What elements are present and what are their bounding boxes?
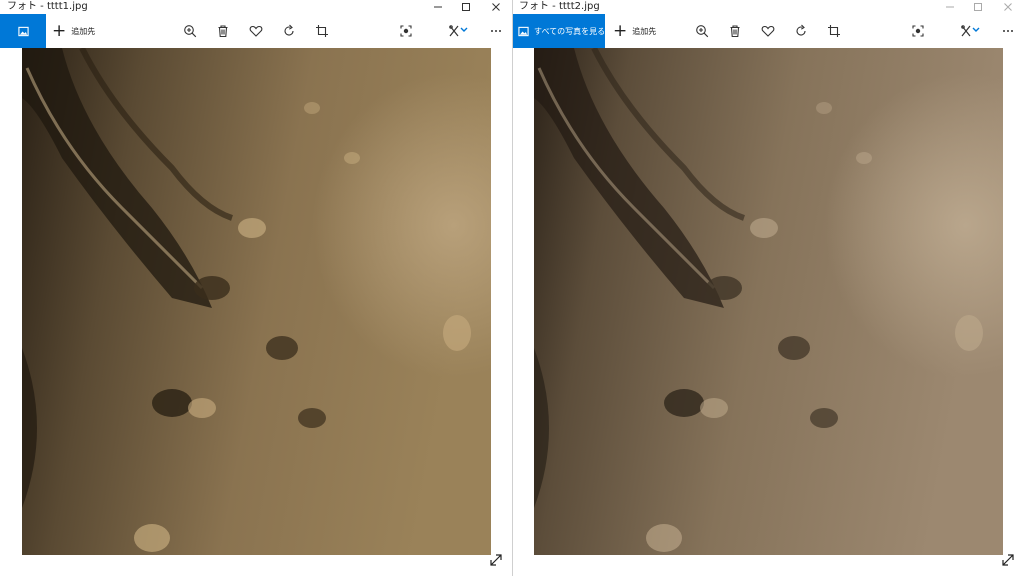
maximize-button[interactable] xyxy=(452,0,480,14)
close-icon xyxy=(1004,3,1012,11)
expand-icon xyxy=(1002,554,1014,566)
add-to-button[interactable]: + 追加先 xyxy=(613,14,656,48)
photo-view[interactable] xyxy=(534,48,1003,555)
window-title: フォト - tttt2.jpg xyxy=(519,1,600,12)
rotate-button[interactable] xyxy=(278,14,300,48)
enhance-icon xyxy=(912,25,924,37)
crop-button[interactable] xyxy=(823,14,845,48)
edit-create-icon xyxy=(449,25,468,37)
fullscreen-button[interactable] xyxy=(489,552,505,568)
title-bar: フォト - tttt1.jpg xyxy=(0,0,512,14)
plus-icon: + xyxy=(613,20,628,41)
more-icon xyxy=(491,30,501,32)
photos-window-right: フォト - tttt2.jpg すべての写真を見る + 追加先 xyxy=(512,0,1024,576)
photo-view[interactable] xyxy=(22,48,491,555)
favorite-button[interactable] xyxy=(757,14,779,48)
zoom-button[interactable] xyxy=(179,14,201,48)
toolbar: + 追加先 xyxy=(0,14,512,48)
maximize-icon xyxy=(462,3,470,11)
moon-photo-image xyxy=(534,48,1003,555)
trash-icon xyxy=(218,25,228,38)
moon-photo-image xyxy=(22,48,491,555)
plus-icon: + xyxy=(52,20,67,41)
photos-window-left: フォト - tttt1.jpg + 追加先 xyxy=(0,0,512,576)
crop-icon xyxy=(316,25,328,37)
title-bar: フォト - tttt2.jpg xyxy=(512,0,1024,14)
see-all-photos-button[interactable]: すべての写真を見る xyxy=(512,14,605,48)
minimize-icon xyxy=(434,6,442,8)
crop-icon xyxy=(828,25,840,37)
collection-button[interactable] xyxy=(0,14,46,48)
add-to-label: 追加先 xyxy=(632,26,657,36)
close-button[interactable] xyxy=(482,0,510,14)
more-button[interactable] xyxy=(997,14,1019,48)
close-icon xyxy=(492,3,500,11)
add-to-button[interactable]: + 追加先 xyxy=(52,14,95,48)
maximize-icon xyxy=(974,3,982,11)
close-button[interactable] xyxy=(994,0,1022,14)
heart-icon xyxy=(761,25,775,37)
enhance-button[interactable] xyxy=(907,14,929,48)
zoom-in-icon xyxy=(184,25,197,38)
window-title: フォト - tttt1.jpg xyxy=(7,1,88,12)
minimize-icon xyxy=(946,6,954,8)
minimize-button[interactable] xyxy=(424,0,452,14)
edit-create-button[interactable] xyxy=(443,14,473,48)
delete-button[interactable] xyxy=(212,14,234,48)
photo-icon xyxy=(17,26,29,36)
trash-icon xyxy=(730,25,740,38)
zoom-button[interactable] xyxy=(691,14,713,48)
rotate-button[interactable] xyxy=(790,14,812,48)
see-all-photos-label: すべての写真を見る xyxy=(534,26,606,36)
toolbar: すべての写真を見る + 追加先 xyxy=(512,14,1024,48)
rotate-icon xyxy=(284,24,294,36)
more-icon xyxy=(1003,30,1013,32)
maximize-button[interactable] xyxy=(964,0,992,14)
more-button[interactable] xyxy=(485,14,507,48)
heart-icon xyxy=(249,25,263,37)
edit-create-button[interactable] xyxy=(955,14,985,48)
expand-icon xyxy=(490,554,502,566)
fullscreen-button[interactable] xyxy=(1001,552,1017,568)
enhance-icon xyxy=(400,25,412,37)
enhance-button[interactable] xyxy=(395,14,417,48)
rotate-icon xyxy=(796,24,806,36)
crop-button[interactable] xyxy=(311,14,333,48)
minimize-button[interactable] xyxy=(936,0,964,14)
photo-icon xyxy=(518,26,529,36)
delete-button[interactable] xyxy=(724,14,746,48)
edit-create-icon xyxy=(961,25,980,37)
favorite-button[interactable] xyxy=(245,14,267,48)
add-to-label: 追加先 xyxy=(71,26,96,36)
zoom-in-icon xyxy=(696,25,709,38)
